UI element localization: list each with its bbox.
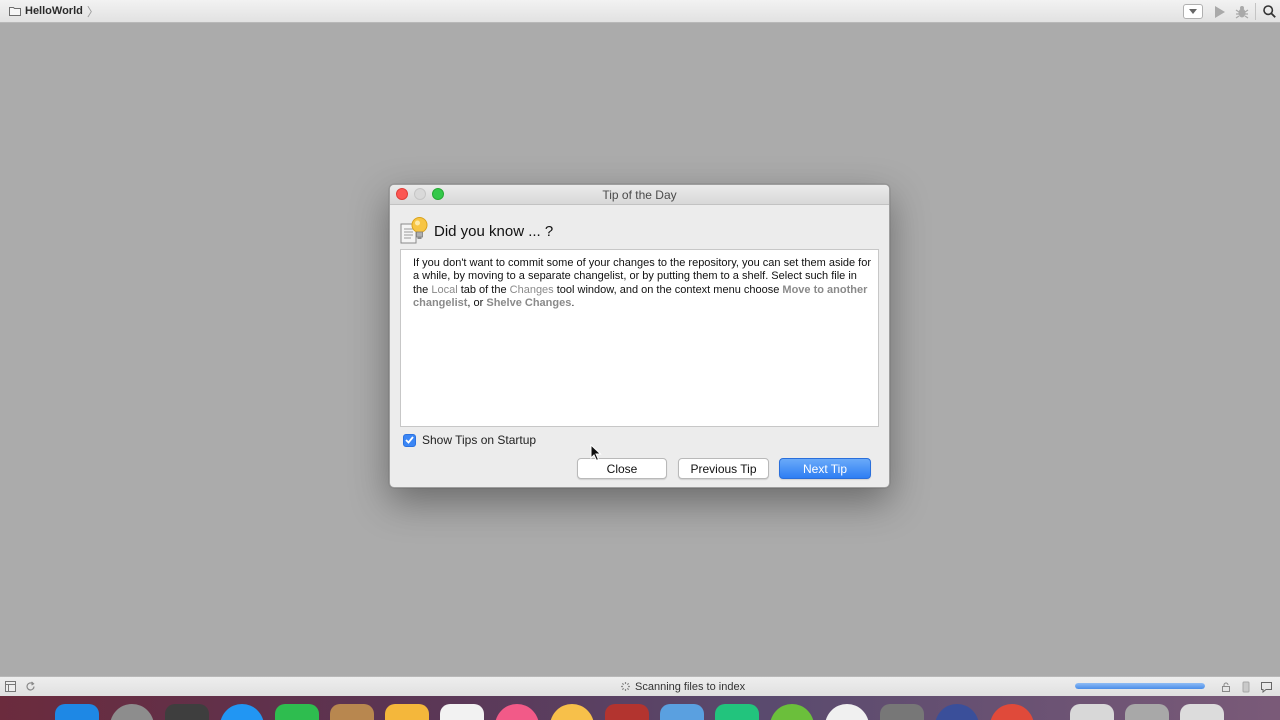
tip-text: .: [571, 297, 575, 310]
run-button[interactable]: [1209, 0, 1231, 23]
event-log-button[interactable]: [1256, 677, 1276, 697]
tip-text: tool window, and on the context menu cho…: [553, 283, 783, 296]
photos-icon[interactable]: [605, 704, 649, 720]
breadcrumb-chevron-icon: 〉: [86, 4, 99, 19]
tool-windows-toggle[interactable]: [0, 677, 20, 697]
tip-highlight-shelve-changes: Shelve Changes: [486, 297, 572, 310]
picasa-icon[interactable]: [825, 704, 869, 720]
window-zoom-button[interactable]: [432, 188, 444, 200]
app-store-icon[interactable]: [220, 704, 264, 720]
quicktime-icon[interactable]: [935, 704, 979, 720]
chevron-down-icon: [1189, 9, 1197, 14]
refresh-icon: [25, 681, 35, 691]
background-tasks-toggle[interactable]: [20, 677, 40, 697]
launchpad-icon[interactable]: [110, 704, 154, 720]
inspector-toggle[interactable]: [1236, 677, 1256, 697]
dialog-heading: Did you know ... ?: [434, 222, 554, 240]
window-minimize-button[interactable]: [414, 188, 426, 200]
previous-tip-button[interactable]: Previous Tip: [678, 458, 769, 479]
tip-of-the-day-dialog: Tip of the Day Did you know ... ? If you…: [389, 184, 890, 488]
calendar-date-icon[interactable]: [440, 704, 484, 720]
show-tips-label[interactable]: Show Tips on Startup: [422, 433, 536, 447]
documents-icon[interactable]: [1070, 704, 1114, 720]
event-log-icon: [1260, 681, 1272, 693]
contacts-icon[interactable]: [330, 704, 374, 720]
spinner-icon: [621, 682, 630, 691]
indexing-progress-fill: [1075, 683, 1205, 689]
next-tip-button[interactable]: Next Tip: [779, 458, 871, 479]
project-name[interactable]: HelloWorld: [25, 5, 83, 17]
calendar-icon[interactable]: [165, 704, 209, 720]
run-icon: [1215, 5, 1225, 18]
facetime-icon[interactable]: [275, 704, 319, 720]
downloads-icon[interactable]: [1125, 704, 1169, 720]
inspector-icon: [1242, 681, 1250, 692]
lock-icon: [1222, 682, 1230, 692]
run-config-dropdown[interactable]: [1183, 4, 1203, 19]
show-tips-checkbox[interactable]: [403, 433, 416, 447]
mouse-cursor-icon: [590, 444, 602, 462]
indexing-progress-bar[interactable]: [1075, 683, 1205, 689]
navigation-bar: HelloWorld 〉: [0, 0, 1280, 23]
trash-icon[interactable]: [1180, 704, 1224, 720]
status-text: Scanning files to index: [635, 680, 746, 693]
android-studio-icon[interactable]: [770, 704, 814, 720]
dock: [0, 696, 1280, 720]
finder-icon[interactable]: [55, 704, 99, 720]
dialog-titlebar[interactable]: Tip of the Day: [390, 185, 889, 205]
tip-text-panel: If you don't want to commit some of your…: [400, 249, 879, 427]
search-icon: [1262, 5, 1276, 18]
readonly-lock-toggle[interactable]: [1216, 677, 1236, 697]
photo-booth-icon[interactable]: [550, 704, 594, 720]
pycharm-icon[interactable]: [715, 704, 759, 720]
itunes-icon[interactable]: [495, 704, 539, 720]
tool-windows-icon: [4, 681, 16, 692]
status-message: Scanning files to index: [620, 677, 745, 696]
tip-text: , or: [467, 297, 487, 310]
tip-highlight-changes: Changes: [509, 283, 554, 296]
status-bar: Scanning files to index: [0, 676, 1280, 696]
notes-icon[interactable]: [385, 704, 429, 720]
xcode-icon[interactable]: [660, 704, 704, 720]
system-preferences-icon[interactable]: [880, 704, 924, 720]
dialog-title: Tip of the Day: [602, 188, 677, 202]
tip-text: tab of the: [457, 283, 510, 296]
chrome-icon[interactable]: [990, 704, 1034, 720]
tip-highlight-local: Local: [431, 283, 458, 296]
window-close-button[interactable]: [396, 188, 408, 200]
checkmark-icon: [405, 436, 414, 444]
lightbulb-icon: [400, 217, 428, 244]
toolbar-separator: [1255, 3, 1256, 20]
search-button[interactable]: [1258, 0, 1280, 23]
debug-button[interactable]: [1231, 0, 1253, 23]
breadcrumb[interactable]: HelloWorld 〉: [9, 3, 99, 20]
show-tips-checkbox-row[interactable]: Show Tips on Startup: [403, 433, 536, 447]
folder-icon: [9, 7, 21, 16]
debug-icon: [1235, 5, 1249, 19]
